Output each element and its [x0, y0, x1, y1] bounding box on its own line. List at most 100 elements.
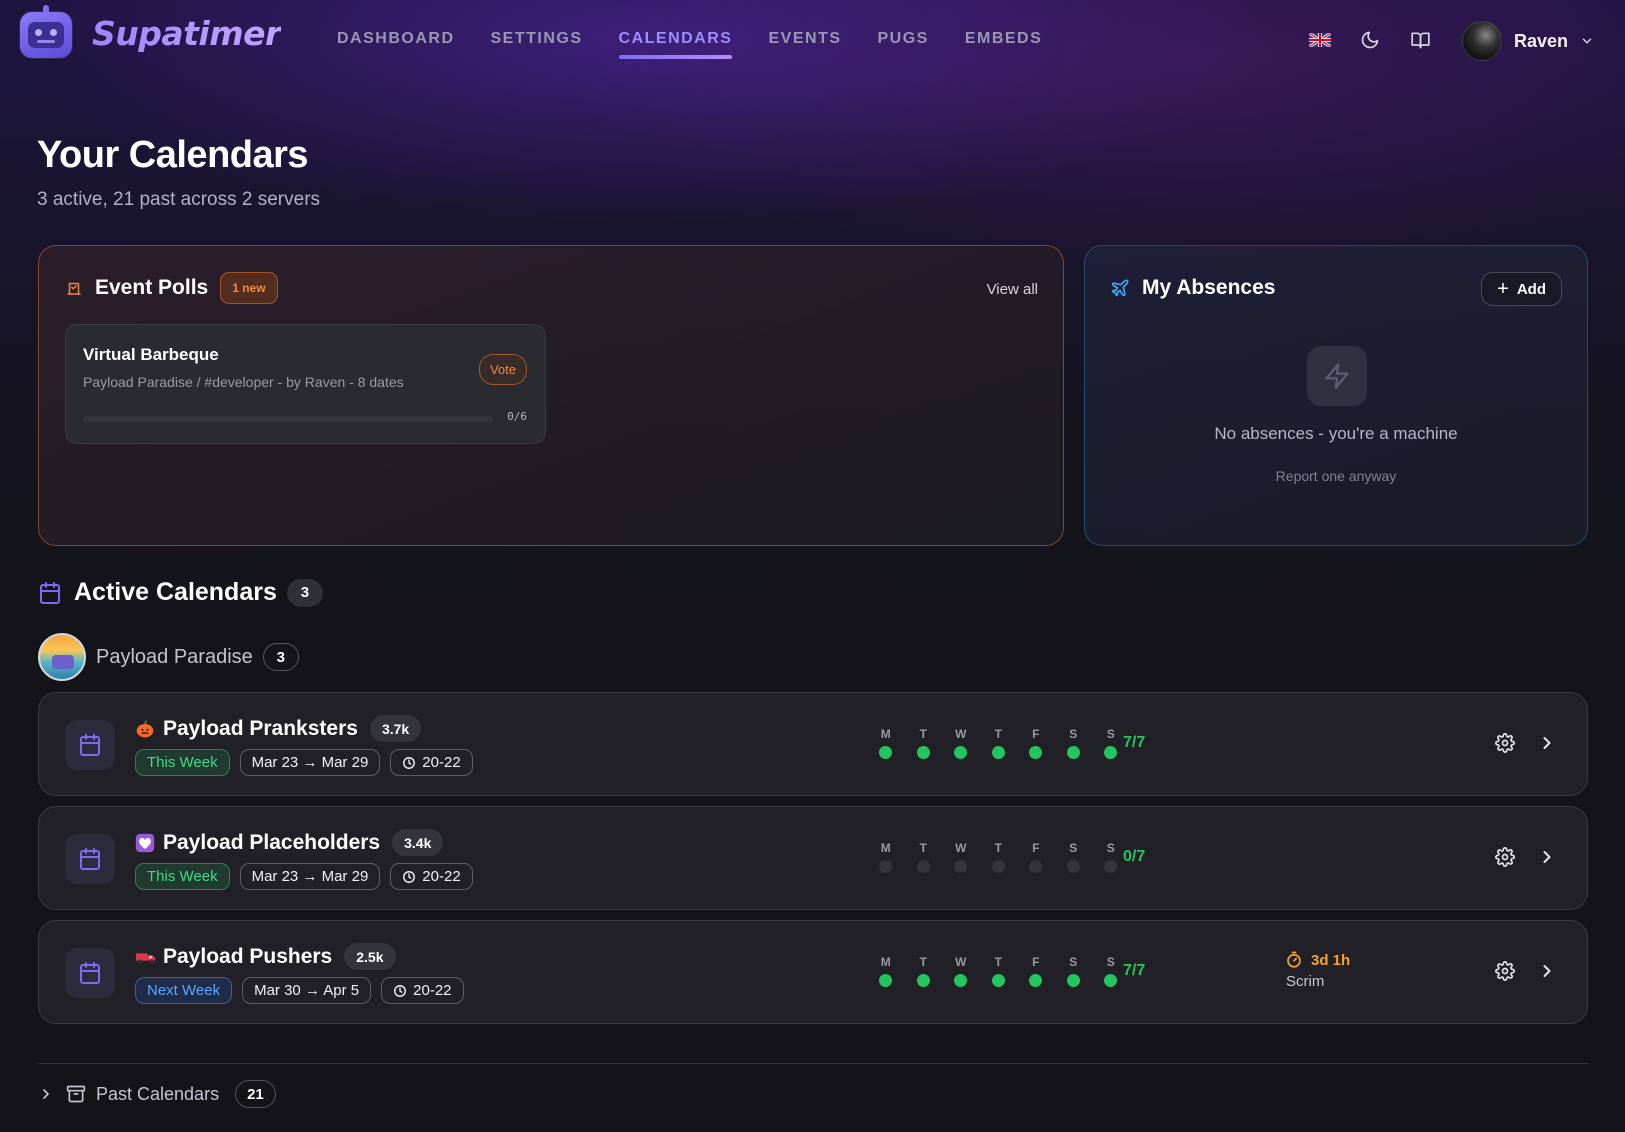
language-button[interactable]: [1308, 28, 1332, 52]
availability-dot: [1104, 746, 1118, 759]
poll-item[interactable]: Virtual Barbeque Payload Paradise / #dev…: [65, 324, 546, 444]
page-subtitle: 3 active, 21 past across 2 servers: [37, 189, 321, 210]
availability-dot: [991, 860, 1005, 873]
week-tag: This Week: [135, 749, 230, 776]
calendar-icon: [65, 834, 115, 884]
server-group-header: Payload Paradise 3: [38, 633, 299, 681]
time-tag: 20-22: [390, 863, 473, 890]
availability-dot: [1029, 746, 1043, 759]
divider: [38, 1063, 1588, 1064]
day-cell: T: [980, 727, 1018, 759]
absences-empty-text: No absences - you're a machine: [1214, 424, 1458, 443]
gear-icon: [1495, 847, 1515, 867]
chevron-right-icon: [1543, 851, 1551, 863]
day-cell: T: [980, 955, 1018, 987]
clock-icon: [403, 870, 416, 883]
nav-link-settings[interactable]: SETTINGS: [491, 30, 583, 48]
server-name: Payload Paradise: [96, 645, 253, 668]
day-letter: T: [994, 727, 1002, 741]
settings-button[interactable]: [1495, 733, 1515, 758]
member-count-badge: 3.7k: [369, 715, 422, 742]
user-menu[interactable]: Raven: [1462, 21, 1594, 61]
nav-link-embeds[interactable]: EMBEDS: [965, 30, 1042, 48]
time-text: 20-22: [422, 754, 461, 771]
date-range-tag: Mar 30 → Apr 5: [242, 977, 372, 1004]
calendar-row[interactable]: Payload Placeholders 3.4k This Week Mar …: [38, 806, 1588, 910]
time-tag: 20-22: [390, 749, 473, 776]
robot-logo-icon[interactable]: [20, 5, 72, 58]
date-range-tag: Mar 23 → Mar 29: [239, 749, 381, 776]
report-absence-link[interactable]: Report one anyway: [1085, 468, 1587, 484]
availability-ratio: 7/7: [1123, 962, 1146, 979]
active-calendars-title: Active Calendars: [74, 578, 277, 606]
past-calendars-toggle[interactable]: Past Calendars 21: [38, 1080, 276, 1108]
open-calendar-button[interactable]: [1537, 733, 1557, 758]
calendar-row[interactable]: Payload Pushers 2.5k Next Week Mar 30 → …: [38, 920, 1588, 1024]
vote-button[interactable]: Vote: [478, 354, 527, 385]
calendar-title-row: Payload Pranksters 3.7k: [135, 715, 422, 742]
day-letter: F: [1032, 727, 1040, 741]
day-cell: F: [1017, 955, 1055, 987]
day-letter: M: [880, 727, 891, 741]
book-icon: [1410, 32, 1430, 49]
nav-link-pugs[interactable]: PUGS: [877, 30, 928, 48]
availability-dot: [879, 746, 893, 759]
day-letter: F: [1032, 955, 1040, 969]
calendar-tags: This Week Mar 23 → Mar 29 20-22: [135, 749, 483, 776]
calendar-row[interactable]: Payload Pranksters 3.7k This Week Mar 23…: [38, 692, 1588, 796]
docs-button[interactable]: [1408, 28, 1432, 52]
active-count-badge: 3: [286, 578, 323, 607]
brand-name[interactable]: Supatimer: [92, 14, 281, 53]
day-cell: W: [942, 841, 980, 873]
add-absence-button[interactable]: + Add: [1481, 272, 1562, 306]
nav-link-dashboard[interactable]: DASHBOARD: [337, 30, 455, 48]
archive-icon: [66, 1085, 86, 1103]
pumpkin-icon: [135, 719, 155, 739]
settings-button[interactable]: [1495, 847, 1515, 872]
nav-link-events[interactable]: EVENTS: [768, 30, 841, 48]
day-letter: T: [919, 727, 927, 741]
moon-icon: [1361, 31, 1379, 49]
nav-link-calendars[interactable]: CALENDARS: [618, 30, 733, 59]
availability-dot: [954, 860, 968, 873]
vote-box-icon: [67, 282, 81, 295]
availability-dot: [1104, 974, 1118, 987]
theme-toggle-button[interactable]: [1358, 28, 1382, 52]
day-cell: W: [942, 727, 980, 759]
time-text: 20-22: [422, 868, 461, 885]
settings-button[interactable]: [1495, 961, 1515, 986]
calendar-icon: [65, 720, 115, 770]
chevron-down-icon: [1582, 38, 1592, 44]
add-label: Add: [1516, 280, 1546, 298]
day-cell: T: [905, 955, 943, 987]
week-tag: This Week: [135, 863, 230, 890]
countdown-value: 3d 1h: [1311, 951, 1351, 969]
calendar-title-row: Payload Pushers 2.5k: [135, 943, 396, 970]
absences-card: My Absences + Add No absences - you're a …: [1084, 245, 1588, 546]
availability-dot: [1104, 860, 1118, 873]
availability-ratio: 0/7: [1123, 848, 1146, 865]
clock-icon: [394, 984, 407, 997]
day-letter: T: [994, 955, 1002, 969]
open-calendar-button[interactable]: [1537, 847, 1557, 872]
view-all-link[interactable]: View all: [987, 281, 1038, 298]
empty-state-bolt-icon: [1307, 346, 1367, 406]
top-nav: Supatimer DASHBOARD SETTINGS CALENDARS E…: [0, 0, 1625, 82]
day-letter: W: [955, 955, 967, 969]
page-title: Your Calendars: [37, 134, 309, 176]
day-letter: T: [919, 955, 927, 969]
calendar-icon: [40, 581, 60, 604]
plane-icon: [1111, 279, 1129, 297]
nav-links: DASHBOARD SETTINGS CALENDARS EVENTS PUGS…: [337, 30, 1078, 59]
user-name: Raven: [1514, 30, 1569, 51]
day-letter: W: [955, 727, 967, 741]
open-calendar-button[interactable]: [1537, 961, 1557, 986]
week-tag: Next Week: [135, 977, 233, 1004]
day-cell: T: [905, 727, 943, 759]
availability-dot: [1066, 974, 1080, 987]
date-range-tag: Mar 23 → Mar 29: [239, 863, 381, 890]
event-polls-header: Event Polls 1 new: [65, 272, 278, 304]
day-cell: W: [942, 955, 980, 987]
absences-header: My Absences: [1110, 276, 1275, 300]
past-count-badge: 21: [235, 1080, 276, 1108]
